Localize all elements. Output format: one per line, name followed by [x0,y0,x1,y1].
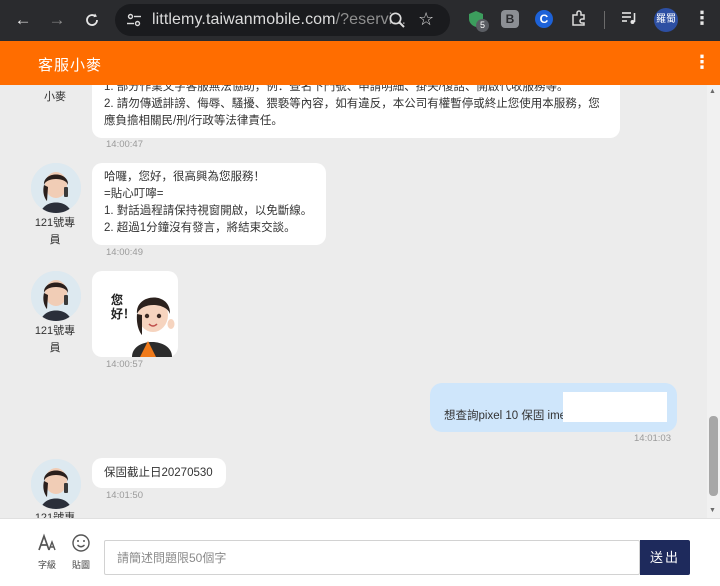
chat-header: 客服小麥 ⋮ [0,41,720,85]
message-time: 14:00:49 [106,247,143,258]
chat-history[interactable]: 小麥 1. 部分作業文字客服無法協助，例：查名下門號、申請明細、掛失/復話、開啟… [0,85,707,518]
profile-avatar[interactable]: 羅蜀 [654,8,678,32]
smiley-icon [67,533,95,559]
redacted-box [563,392,667,422]
message-line: 應負擔相關民/刑/行政等法律責任。 [104,115,283,127]
agent-name: 121號專 員 [34,217,76,246]
site-info-icon[interactable] [126,12,142,28]
scroll-up-icon[interactable]: ▲ [709,88,716,95]
bookmark-star-icon[interactable]: ☆ [418,9,434,30]
agent-reply-text: 保固截止日20270530 [104,467,213,479]
back-icon[interactable]: ← [10,7,36,33]
bot-message-bubble: 1. 部分作業文字客服無法協助，例：查名下門號、申請明細、掛失/復話、開啟代收服… [92,85,620,138]
send-button[interactable]: 送出 [640,540,690,575]
user-message-text: 想查詢pixel 10 保固 ime [444,410,567,422]
url-text: littlemy.taiwanmobile.com/?eservi... [152,11,407,28]
font-size-icon [33,533,61,559]
sticker-text: 您好！ [111,293,136,321]
sticker-button[interactable]: 貼圖 [67,533,95,571]
message-line: 2. 超過1分鐘沒有發言，將結束交談。 [104,222,296,234]
message-time: 14:00:47 [106,139,143,150]
browser-menu-icon[interactable]: ⋮ [693,8,711,29]
agent-name: 121號專 員 [34,325,76,354]
chat-title: 客服小麥 [38,57,103,74]
sticker-bubble: 您好！ [92,271,178,357]
message-time: 14:01:03 [634,433,671,444]
message-composer: 字級 貼圖 送出 [0,518,720,586]
agent-reply-bubble: 保固截止日20270530 [92,458,226,488]
agent-name: 121號專 [34,512,76,518]
agent-avatar [31,459,81,509]
header-menu-icon[interactable]: ⋮ [693,51,711,73]
font-size-button[interactable]: 字級 [33,533,61,571]
b-extension-icon[interactable]: B [501,10,519,28]
toolbar-divider [604,11,605,29]
scroll-down-icon[interactable]: ▼ [709,507,716,514]
message-line: 1. 部分作業文字客服無法協助，例：查名下門號、申請明細、掛失/復話、開啟代收服… [104,85,569,93]
c-extension-icon[interactable]: C [535,10,553,28]
message-line: =貼心叮嚀= [104,188,164,200]
agent-avatar [31,163,81,213]
bot-name: 小麥 [44,91,66,103]
font-size-label: 字級 [37,560,56,570]
message-line: 哈囉，您好，很高興為您服務！ [104,171,265,183]
agent-greeting-bubble: 哈囉，您好，很高興為您服務！ =貼心叮嚀= 1. 對話過程請保持視窗開啟，以免斷… [92,163,326,245]
zoom-icon[interactable] [388,11,406,29]
address-bar[interactable]: littlemy.taiwanmobile.com/?eservi... ☆ [115,4,450,36]
sticker-label: 貼圖 [71,560,90,570]
sticker-image [132,297,175,357]
browser-toolbar: ← → littlemy.taiwanmobile.com/?eservi...… [0,0,720,41]
user-message-bubble: 想查詢pixel 10 保固 ime [430,383,677,432]
message-time: 14:00:57 [106,359,143,370]
media-control-icon[interactable] [620,9,638,27]
forward-icon[interactable]: → [44,7,70,33]
message-time: 14:01:50 [106,490,143,501]
message-line: 2. 請勿傳遞誹謗、侮辱、騷擾、猥褻等內容，如有違反，本公司有權暫停或終止您使用… [104,98,600,110]
message-input[interactable] [104,540,640,575]
scrollbar-thumb[interactable] [709,416,718,496]
extensions-puzzle-icon[interactable] [570,9,588,27]
reload-icon[interactable] [79,7,105,33]
message-line: 1. 對話過程請保持視窗開啟，以免斷線。 [104,205,313,217]
extension-badge: 5 [476,19,489,32]
agent-avatar [31,271,81,321]
